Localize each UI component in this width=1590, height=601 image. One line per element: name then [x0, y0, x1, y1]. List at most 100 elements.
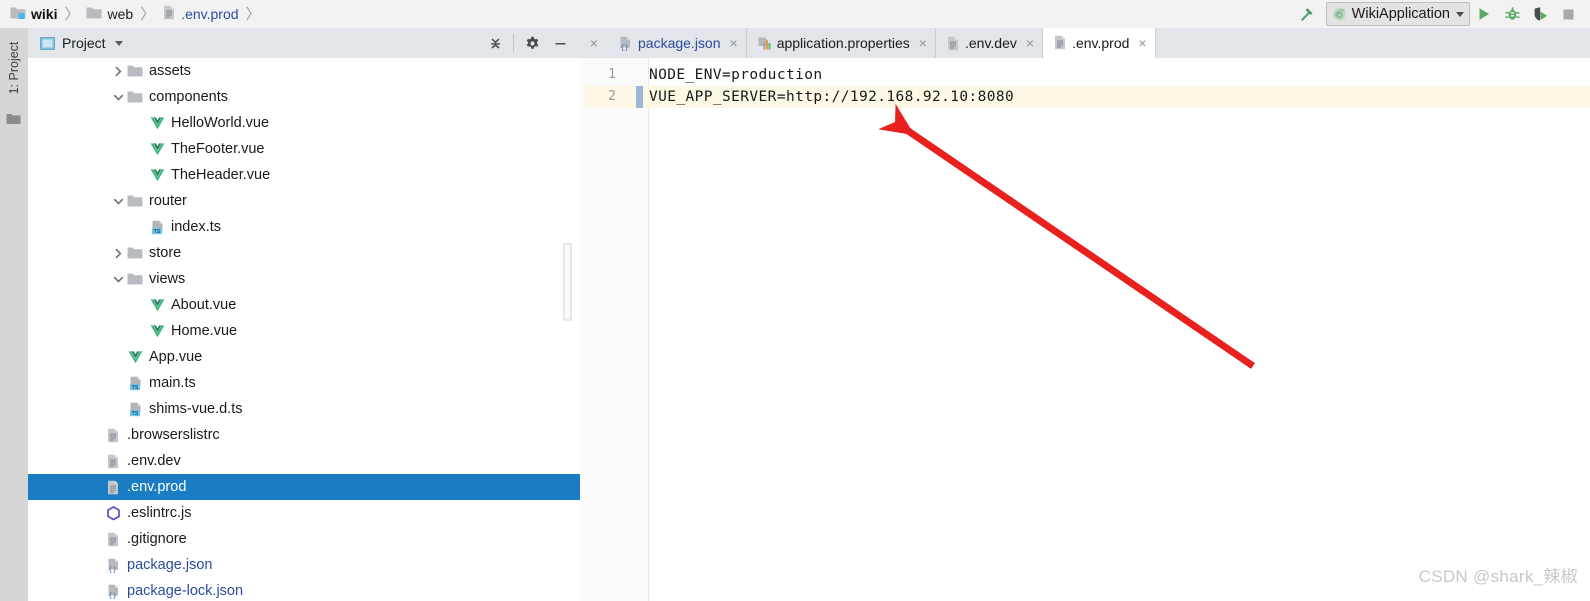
tree-row-label: .eslintrc.js	[127, 505, 192, 521]
tree-row-label: components	[149, 89, 228, 105]
tree-row[interactable]: router	[28, 188, 580, 214]
hammer-icon[interactable]	[1294, 2, 1320, 26]
close-icon[interactable]: ×	[730, 36, 738, 50]
svg-text:TS: TS	[131, 411, 138, 417]
run-with-coverage-button[interactable]	[1526, 1, 1554, 27]
editor-tab-package-json[interactable]: {} package.json ×	[608, 28, 747, 58]
tree-row[interactable]: .env.dev	[28, 448, 580, 474]
tree-row[interactable]: .browserslistrc	[28, 422, 580, 448]
tree-row[interactable]: .gitignore	[28, 526, 580, 552]
project-tree[interactable]: assets components HelloWorld.vue TheFooter.…	[28, 58, 580, 601]
sidebar-item-project[interactable]: 1: Project	[0, 28, 28, 108]
tree-row[interactable]: Home.vue	[28, 318, 580, 344]
watermark: CSDN @shark_辣椒	[1418, 567, 1578, 586]
typescript-icon: TS	[148, 214, 166, 240]
vcs-change-marker[interactable]	[636, 86, 643, 108]
chevron-down-icon[interactable]	[1456, 11, 1464, 17]
run-button[interactable]	[1470, 1, 1498, 27]
tab-overflow-close-icon[interactable]: ×	[580, 28, 608, 58]
chevron-down-icon[interactable]	[110, 266, 126, 292]
breadcrumb-item--env-prod[interactable]: .env.prod	[162, 0, 239, 28]
tree-row-label: index.ts	[171, 219, 221, 235]
chevron-down-icon[interactable]	[114, 40, 123, 46]
editor-tabs: × {} package.json × application.properties ×…	[580, 28, 1590, 59]
editor-gutter[interactable]	[580, 58, 649, 601]
svg-text:{}: {}	[108, 565, 117, 573]
tree-row-label: .gitignore	[127, 531, 187, 547]
breadcrumb-item-wiki[interactable]: wiki	[10, 0, 57, 28]
editor-tab-label: package.json	[638, 35, 721, 51]
chevron-right-icon[interactable]	[110, 240, 126, 266]
file-icon	[104, 474, 122, 500]
project-view-icon	[40, 36, 55, 50]
tree-row-label: views	[149, 271, 186, 287]
tree-row[interactable]: {} package-lock.json	[28, 578, 580, 601]
ide-window: wiki 〉 web 〉 .env.prod 〉 WikiApplication	[0, 0, 1590, 601]
run-configuration-selector[interactable]: WikiApplication	[1325, 2, 1470, 26]
vue-icon	[148, 318, 166, 344]
tree-row[interactable]: assets	[28, 58, 580, 84]
collapse-all-button[interactable]	[481, 29, 509, 57]
tree-row[interactable]: TheFooter.vue	[28, 136, 580, 162]
editor-tab--env-prod[interactable]: .env.prod ×	[1043, 28, 1156, 58]
code-line[interactable]: VUE_APP_SERVER=http://192.168.92.10:8080	[649, 86, 1014, 108]
editor-tab-application-properties[interactable]: application.properties ×	[747, 28, 936, 58]
minimize-button[interactable]	[546, 29, 574, 57]
folder-icon	[126, 266, 144, 292]
tree-row-label: App.vue	[149, 349, 203, 365]
file-icon	[162, 5, 176, 23]
tree-row[interactable]: TS main.ts	[28, 370, 580, 396]
tree-row[interactable]: {} package.json	[28, 552, 580, 578]
file-icon	[946, 36, 960, 51]
debug-button[interactable]	[1498, 1, 1526, 27]
tree-row[interactable]: About.vue	[28, 292, 580, 318]
breadcrumb-separator: 〉	[245, 5, 261, 23]
chevron-down-icon[interactable]	[110, 84, 126, 110]
json-icon: {}	[618, 36, 633, 51]
tree-row[interactable]: TS index.ts	[28, 214, 580, 240]
project-panel-title: Project	[62, 35, 106, 51]
tree-row[interactable]: views	[28, 266, 580, 292]
tree-row[interactable]: TS shims-vue.d.ts	[28, 396, 580, 422]
tree-row[interactable]: .eslintrc.js	[28, 500, 580, 526]
editor-tab--env-dev[interactable]: .env.dev ×	[936, 28, 1044, 58]
tree-row[interactable]: HelloWorld.vue	[28, 110, 580, 136]
editor-tab-label: .env.prod	[1072, 34, 1130, 51]
tree-row-label: assets	[149, 63, 191, 79]
typescript-icon: TS	[126, 396, 144, 422]
chevron-down-icon[interactable]	[110, 188, 126, 214]
project-tool-window: Project assets components HelloWorld.vue…	[28, 28, 581, 601]
project-tree-scrollbar[interactable]	[563, 243, 572, 321]
divider	[513, 34, 514, 52]
close-icon[interactable]: ×	[1026, 36, 1034, 50]
tree-row[interactable]: store	[28, 240, 580, 266]
code-editor[interactable]: 1 NODE_ENV=production 2 VUE_APP_SERVER=http…	[580, 58, 1590, 601]
svg-text:TS: TS	[153, 229, 160, 235]
stop-button[interactable]	[1554, 1, 1582, 27]
tree-row[interactable]: .env.prod	[28, 474, 580, 500]
folder-icon	[126, 188, 144, 214]
project-title-group[interactable]: Project	[28, 35, 123, 51]
file-icon	[104, 448, 122, 474]
run-config-name: WikiApplication	[1351, 6, 1450, 22]
gear-icon[interactable]	[518, 29, 546, 57]
tree-row[interactable]: TheHeader.vue	[28, 162, 580, 188]
tree-row[interactable]: components	[28, 84, 580, 110]
tree-row-label: store	[149, 245, 182, 261]
close-icon[interactable]: ×	[1138, 36, 1146, 50]
code-line[interactable]: NODE_ENV=production	[649, 64, 822, 86]
tree-row[interactable]: App.vue	[28, 344, 580, 370]
chevron-right-icon[interactable]	[110, 58, 126, 84]
close-icon[interactable]: ×	[919, 36, 927, 50]
tree-row-label: router	[149, 193, 187, 209]
breadcrumb-item-web[interactable]: web	[86, 0, 133, 28]
vue-icon	[148, 292, 166, 318]
file-icon	[104, 526, 122, 552]
breadcrumb-separator: 〉	[64, 5, 80, 23]
tree-row-label: Home.vue	[171, 323, 238, 339]
editor-area: × {} package.json × application.properties ×…	[580, 28, 1590, 601]
